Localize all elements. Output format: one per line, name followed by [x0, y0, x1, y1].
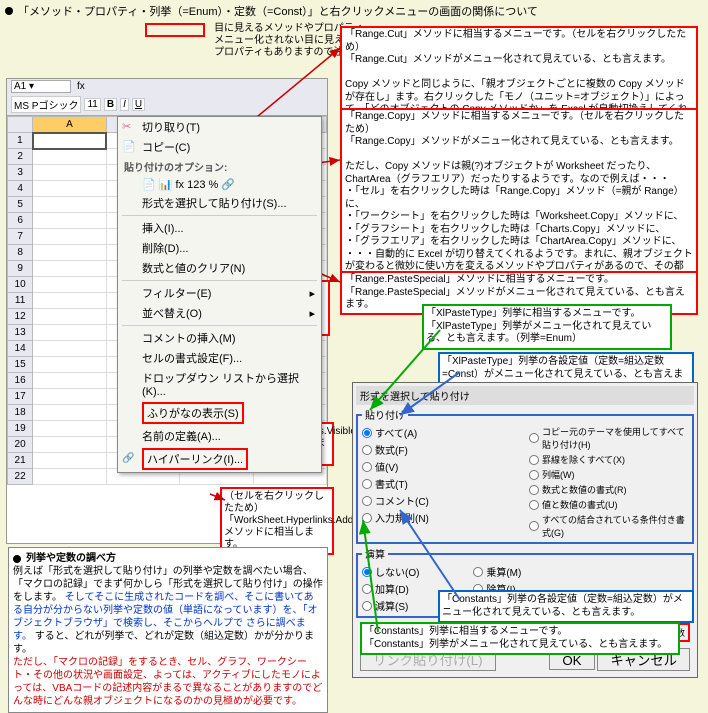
ctx-item[interactable]: セルの書式設定(F)...: [118, 348, 321, 368]
page-title-row: 「メソッド・プロパティ・列挙（=Enum）・定数（=Const）」と右クリックメ…: [0, 0, 708, 22]
bottom-note: 列挙や定数の調べ方 例えば「形式を選択して貼り付け」の列挙や定数を調べたい場合、…: [8, 547, 328, 713]
annot-constants-menu: 「Constants」列挙に相当するメニューです。 「Constants」列挙が…: [360, 622, 680, 655]
row-header[interactable]: 19: [8, 421, 33, 437]
underline-button[interactable]: U: [132, 98, 145, 111]
paste-option[interactable]: 罫線を除くすべて(X): [529, 452, 688, 467]
row-header[interactable]: 1: [8, 133, 33, 149]
font-name[interactable]: MS Pゴシック: [11, 96, 81, 113]
paste-option[interactable]: 値と数値の書式(U): [529, 497, 688, 512]
ctx-item[interactable]: 名前の定義(A)...: [118, 426, 321, 446]
ctx-item-label: 名前の定義(A)...: [142, 428, 221, 444]
ctx-item-label: 並べ替え(O): [142, 305, 202, 321]
row-header[interactable]: 11: [8, 293, 33, 309]
row-header[interactable]: 14: [8, 341, 33, 357]
ctx-item[interactable]: 挿入(I)...: [118, 218, 321, 238]
row-header[interactable]: 4: [8, 181, 33, 197]
row-header[interactable]: 17: [8, 389, 33, 405]
font-size[interactable]: 11: [84, 98, 100, 111]
ctx-item[interactable]: ハイパーリンク(I)...: [118, 446, 321, 472]
paste-group-legend: 貼り付け: [362, 407, 408, 422]
excel-window: A1 ▾ fx MS Pゴシック 11 B I U A B C D 123456…: [6, 78, 328, 544]
row-header[interactable]: 2: [8, 149, 33, 165]
row-header[interactable]: 5: [8, 197, 33, 213]
annot-pastetype: 「XlPasteType」列挙に相当するメニューです。 「XlPasteType…: [422, 304, 672, 350]
ctx-item[interactable]: コピー(C): [118, 137, 321, 157]
ctx-item-label: ドロップダウン リストから選択(K)...: [142, 370, 315, 398]
paste-option[interactable]: すべて(A): [362, 424, 521, 441]
paste-option[interactable]: 数式(F): [362, 441, 521, 458]
paste-group: 貼り付け すべて(A)数式(F)値(V)書式(T)コメント(C)入力規則(N) …: [356, 407, 694, 544]
calc-option[interactable]: 乗算(M): [473, 563, 576, 580]
ctx-header: 貼り付けのオプション:: [118, 157, 321, 176]
hyper-icon: [122, 452, 136, 466]
row-header[interactable]: 15: [8, 357, 33, 373]
ctx-item[interactable]: 並べ替え(O)▸: [118, 303, 321, 323]
ctx-item[interactable]: 切り取り(T): [118, 117, 321, 137]
italic-button[interactable]: I: [120, 98, 129, 111]
cut-icon: [122, 120, 136, 134]
ctx-item-label: 切り取り(T): [142, 119, 200, 135]
ctx-item[interactable]: 形式を選択して貼り付け(S)...: [118, 193, 321, 213]
ctx-item[interactable]: 数式と値のクリア(N): [118, 258, 321, 278]
row-header[interactable]: 8: [8, 245, 33, 261]
row-header[interactable]: 22: [8, 469, 33, 485]
ctx-item-label: コメントの挿入(M): [142, 330, 236, 346]
row-header[interactable]: 6: [8, 213, 33, 229]
legend-sample-box: [145, 23, 205, 37]
excel-ribbon: A1 ▾ fx MS Pゴシック 11 B I U: [7, 79, 327, 116]
paste-option[interactable]: コメント(C): [362, 492, 521, 509]
name-box[interactable]: A1 ▾: [11, 80, 71, 93]
ctx-item[interactable]: ドロップダウン リストから選択(K)...: [118, 368, 321, 400]
worksheet-grid[interactable]: A B C D 12345678910111213141516171819202…: [7, 116, 327, 485]
paste-option[interactable]: 書式(T): [362, 475, 521, 492]
dialog-title: 形式を選択して貼り付け: [356, 386, 694, 405]
calc-group-legend: 演算: [362, 546, 388, 561]
ctx-item[interactable]: 削除(D)...: [118, 238, 321, 258]
annot-constants-vals: 「Constants」列挙の各設定値（定数=組込定数）がメニュー化されて見えてい…: [438, 590, 694, 623]
paste-option[interactable]: コピー元のテーマを使用してすべて貼り付け(H): [529, 424, 688, 452]
ctx-item-label: 形式を選択して貼り付け(S)...: [142, 195, 287, 211]
row-header[interactable]: 3: [8, 165, 33, 181]
col-header-a[interactable]: A: [33, 117, 106, 133]
bottom-note-line3: すると、どれが列挙で、どれが定数（組込定数）かが分かります。: [13, 631, 314, 655]
title-bullet: [5, 7, 13, 15]
row-header[interactable]: 20: [8, 437, 33, 453]
ctx-item[interactable]: ふりがなの表示(S): [118, 400, 321, 426]
calc-option[interactable]: しない(O): [362, 563, 465, 580]
row-header[interactable]: 7: [8, 229, 33, 245]
bold-button[interactable]: B: [104, 98, 117, 111]
row-header[interactable]: 18: [8, 405, 33, 421]
annot-copy: 「Range.Copy」メソッドに相当するメニューです。（セルを右クリックしたた…: [340, 108, 698, 289]
paste-option[interactable]: 値(V): [362, 458, 521, 475]
copy-icon: [122, 140, 136, 154]
ctx-item-label: 削除(D)...: [142, 240, 188, 256]
annot-hyperlink: （セルを右クリックしたため）「WorkSheet.Hyperlinks.Add」…: [220, 487, 334, 555]
ctx-item[interactable]: コメントの挿入(M): [118, 328, 321, 348]
context-menu: 切り取り(T) コピー(C) 貼り付けのオプション:📄 📊 fx 123 % 🔗 形式…: [117, 116, 322, 473]
ctx-item-label: 数式と値のクリア(N): [142, 260, 245, 276]
row-header[interactable]: 21: [8, 453, 33, 469]
paste-option[interactable]: 入力規則(N): [362, 509, 521, 526]
paste-option[interactable]: すべての結合されている条件付き書式(G): [529, 512, 688, 540]
ctx-item-label: コピー(C): [142, 139, 190, 155]
page-title: 「メソッド・プロパティ・列挙（=Enum）・定数（=Const）」と右クリックメ…: [18, 3, 538, 19]
row-header[interactable]: 13: [8, 325, 33, 341]
paste-option[interactable]: 数式と数値の書式(R): [529, 482, 688, 497]
ctx-item-label: セルの書式設定(F)...: [142, 350, 242, 366]
paste-option[interactable]: 列幅(W): [529, 467, 688, 482]
row-header[interactable]: 9: [8, 261, 33, 277]
ctx-item-label: フィルター(E): [142, 285, 211, 301]
row-header[interactable]: 10: [8, 277, 33, 293]
ctx-item[interactable]: フィルター(E)▸: [118, 283, 321, 303]
row-header[interactable]: 12: [8, 309, 33, 325]
row-header[interactable]: 16: [8, 373, 33, 389]
paste-icons[interactable]: 📄 📊 fx 123 % 🔗: [118, 176, 321, 193]
bottom-note-heading: 列挙や定数の調べ方: [26, 552, 116, 565]
fx-label: fx: [77, 81, 85, 92]
ctx-item-label: 挿入(I)...: [142, 220, 184, 236]
